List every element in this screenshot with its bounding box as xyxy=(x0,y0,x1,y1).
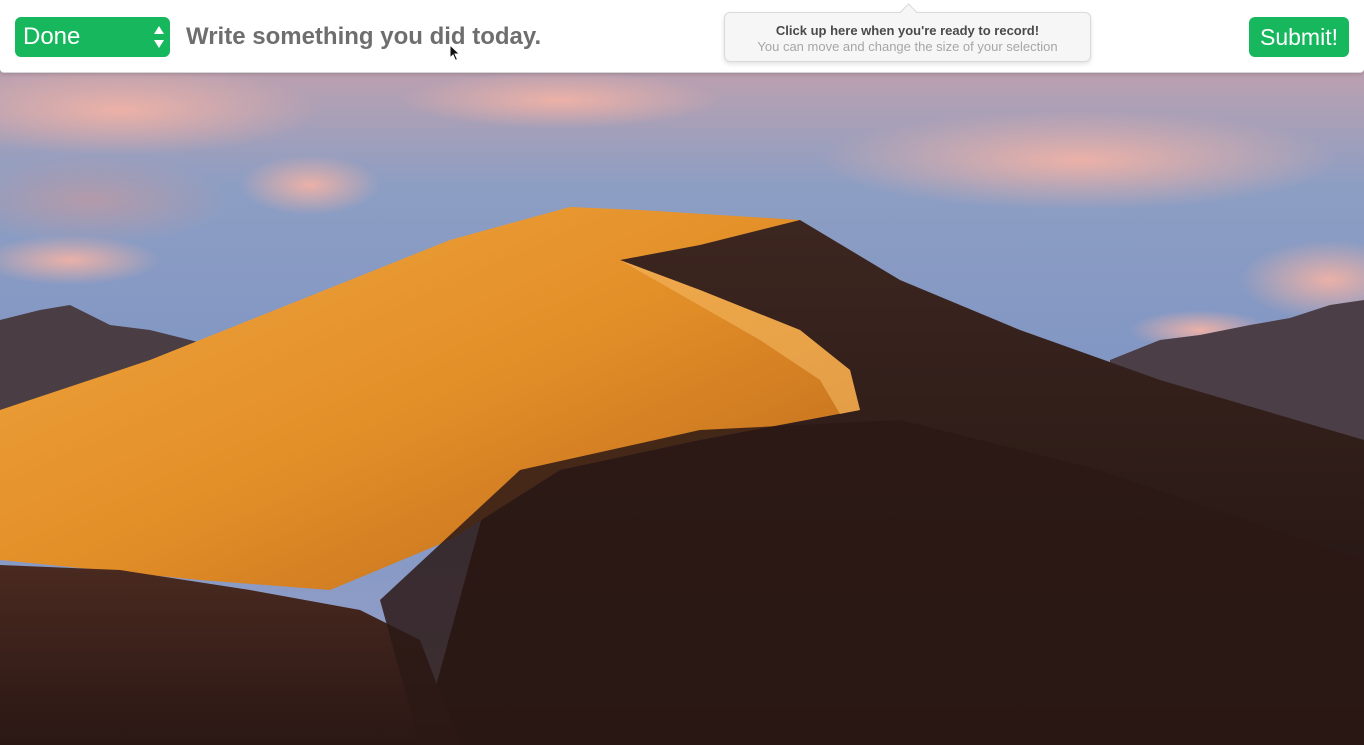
status-select[interactable]: Done xyxy=(15,17,170,57)
task-input[interactable] xyxy=(186,18,706,56)
tooltip-caret xyxy=(899,3,918,22)
select-arrows-icon xyxy=(154,26,164,48)
record-tooltip-title: Click up here when you're ready to recor… xyxy=(775,23,1040,38)
record-tooltip-subtitle: You can move and change the size of your… xyxy=(757,39,1058,54)
record-tooltip[interactable]: Click up here when you're ready to recor… xyxy=(724,3,1091,62)
screen: Done Click up here when you're ready to … xyxy=(0,0,1364,745)
submit-button[interactable]: Submit! xyxy=(1249,17,1349,57)
task-toolbar: Done Click up here when you're ready to … xyxy=(0,0,1364,73)
desktop-wallpaper xyxy=(0,0,1364,745)
mouse-pointer-icon xyxy=(449,44,461,62)
status-select-value: Done xyxy=(23,23,81,50)
